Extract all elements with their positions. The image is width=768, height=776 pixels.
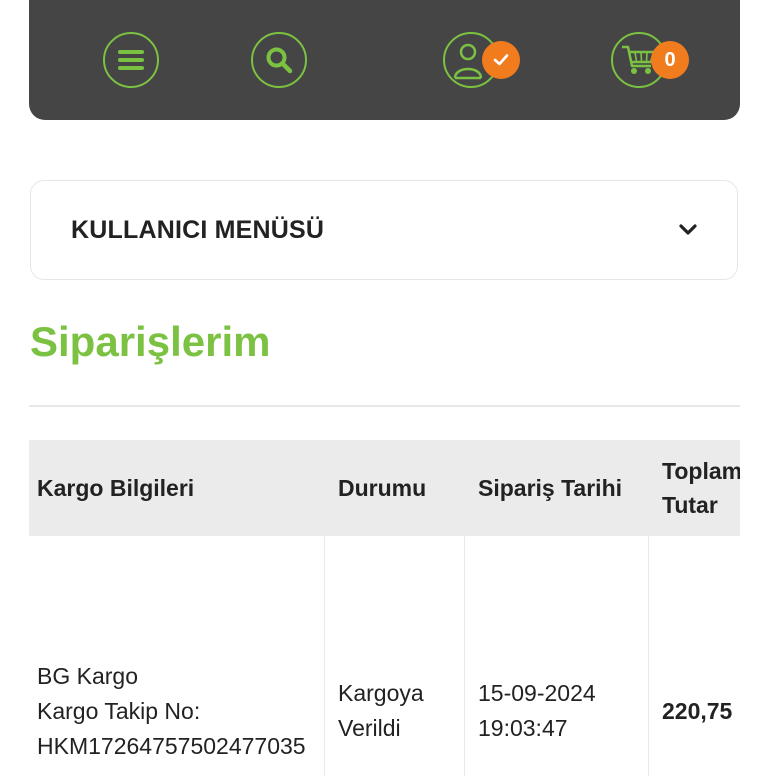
- page-title: Siparişlerim: [30, 318, 271, 365]
- cargo-company: BG Kargo: [37, 663, 138, 689]
- tracking-label: Kargo Takip No:: [37, 698, 201, 724]
- cell-cargo-info: BG Kargo Kargo Takip No: HKM172647575024…: [37, 536, 306, 776]
- user-menu-title: KULLANICI MENÜSÜ: [71, 215, 325, 244]
- table-header: Kargo Bilgileri Durumu Sipariş Tarihi To…: [29, 440, 740, 536]
- order-date: 15-09-2024: [478, 680, 596, 706]
- column-header-total: Toplam Tutar: [662, 458, 740, 518]
- order-status: Kargoya Verildi: [338, 680, 424, 741]
- chevron-down-icon: [679, 224, 697, 235]
- cart-count-badge: 0: [651, 41, 689, 79]
- column-header-status: Durumu: [338, 475, 427, 501]
- order-time: 19:03:47: [478, 715, 568, 741]
- column-header-date: Sipariş Tarihi: [478, 475, 623, 501]
- search-icon: [266, 47, 293, 74]
- cell-divider: [464, 536, 465, 776]
- cell-divider: [324, 536, 325, 776]
- account-status-badge: [482, 41, 520, 79]
- cell-status: Kargoya Verildi: [338, 536, 448, 776]
- menu-icon: [118, 50, 144, 70]
- orders-table: Kargo Bilgileri Durumu Sipariş Tarihi To…: [29, 440, 740, 776]
- cell-total: 220,75: [662, 536, 732, 776]
- tracking-number: HKM17264757502477035: [37, 733, 306, 759]
- check-icon: [493, 54, 509, 66]
- search-button[interactable]: [251, 32, 307, 88]
- cell-divider: [648, 536, 649, 776]
- menu-button[interactable]: [103, 32, 159, 88]
- column-header-cargo: Kargo Bilgileri: [37, 475, 195, 501]
- header-bar: 0: [29, 0, 740, 120]
- user-menu-toggle[interactable]: KULLANICI MENÜSÜ: [30, 180, 738, 280]
- table-row[interactable]: BG Kargo Kargo Takip No: HKM172647575024…: [29, 536, 740, 776]
- order-total: 220,75: [662, 698, 733, 724]
- divider: [29, 405, 740, 407]
- cell-date: 15-09-2024 19:03:47: [478, 536, 596, 776]
